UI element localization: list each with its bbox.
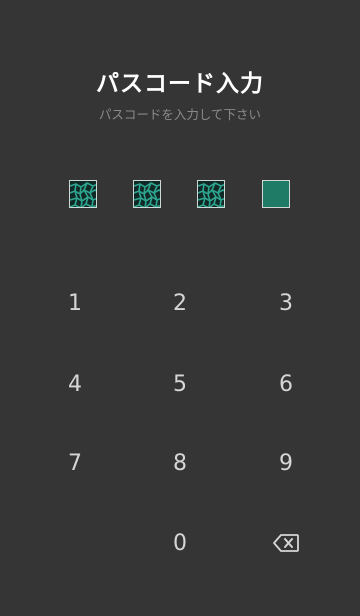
key-5[interactable]: 5 bbox=[140, 356, 220, 412]
key-6[interactable]: 6 bbox=[246, 356, 326, 412]
passcode-dot-filled bbox=[69, 180, 97, 208]
passcode-dot-filled bbox=[197, 180, 225, 208]
passcode-dot-empty bbox=[262, 180, 290, 208]
key-1[interactable]: 1 bbox=[35, 275, 115, 331]
key-4[interactable]: 4 bbox=[35, 356, 115, 412]
key-7[interactable]: 7 bbox=[35, 435, 115, 491]
backspace-icon bbox=[273, 534, 299, 552]
passcode-dot-filled bbox=[133, 180, 161, 208]
key-0[interactable]: 0 bbox=[140, 515, 220, 571]
key-8[interactable]: 8 bbox=[140, 435, 220, 491]
key-2[interactable]: 2 bbox=[140, 275, 220, 331]
passcode-screen: パスコード入力 パスコードを入力して下さい 1 2 3 4 5 6 7 8 9 bbox=[0, 0, 360, 616]
key-9[interactable]: 9 bbox=[246, 435, 326, 491]
key-3[interactable]: 3 bbox=[246, 275, 326, 331]
backspace-button[interactable] bbox=[246, 515, 326, 571]
page-subtitle: パスコードを入力して下さい bbox=[98, 107, 262, 122]
page-title: パスコード入力 bbox=[96, 71, 264, 97]
passcode-indicator bbox=[0, 180, 360, 212]
